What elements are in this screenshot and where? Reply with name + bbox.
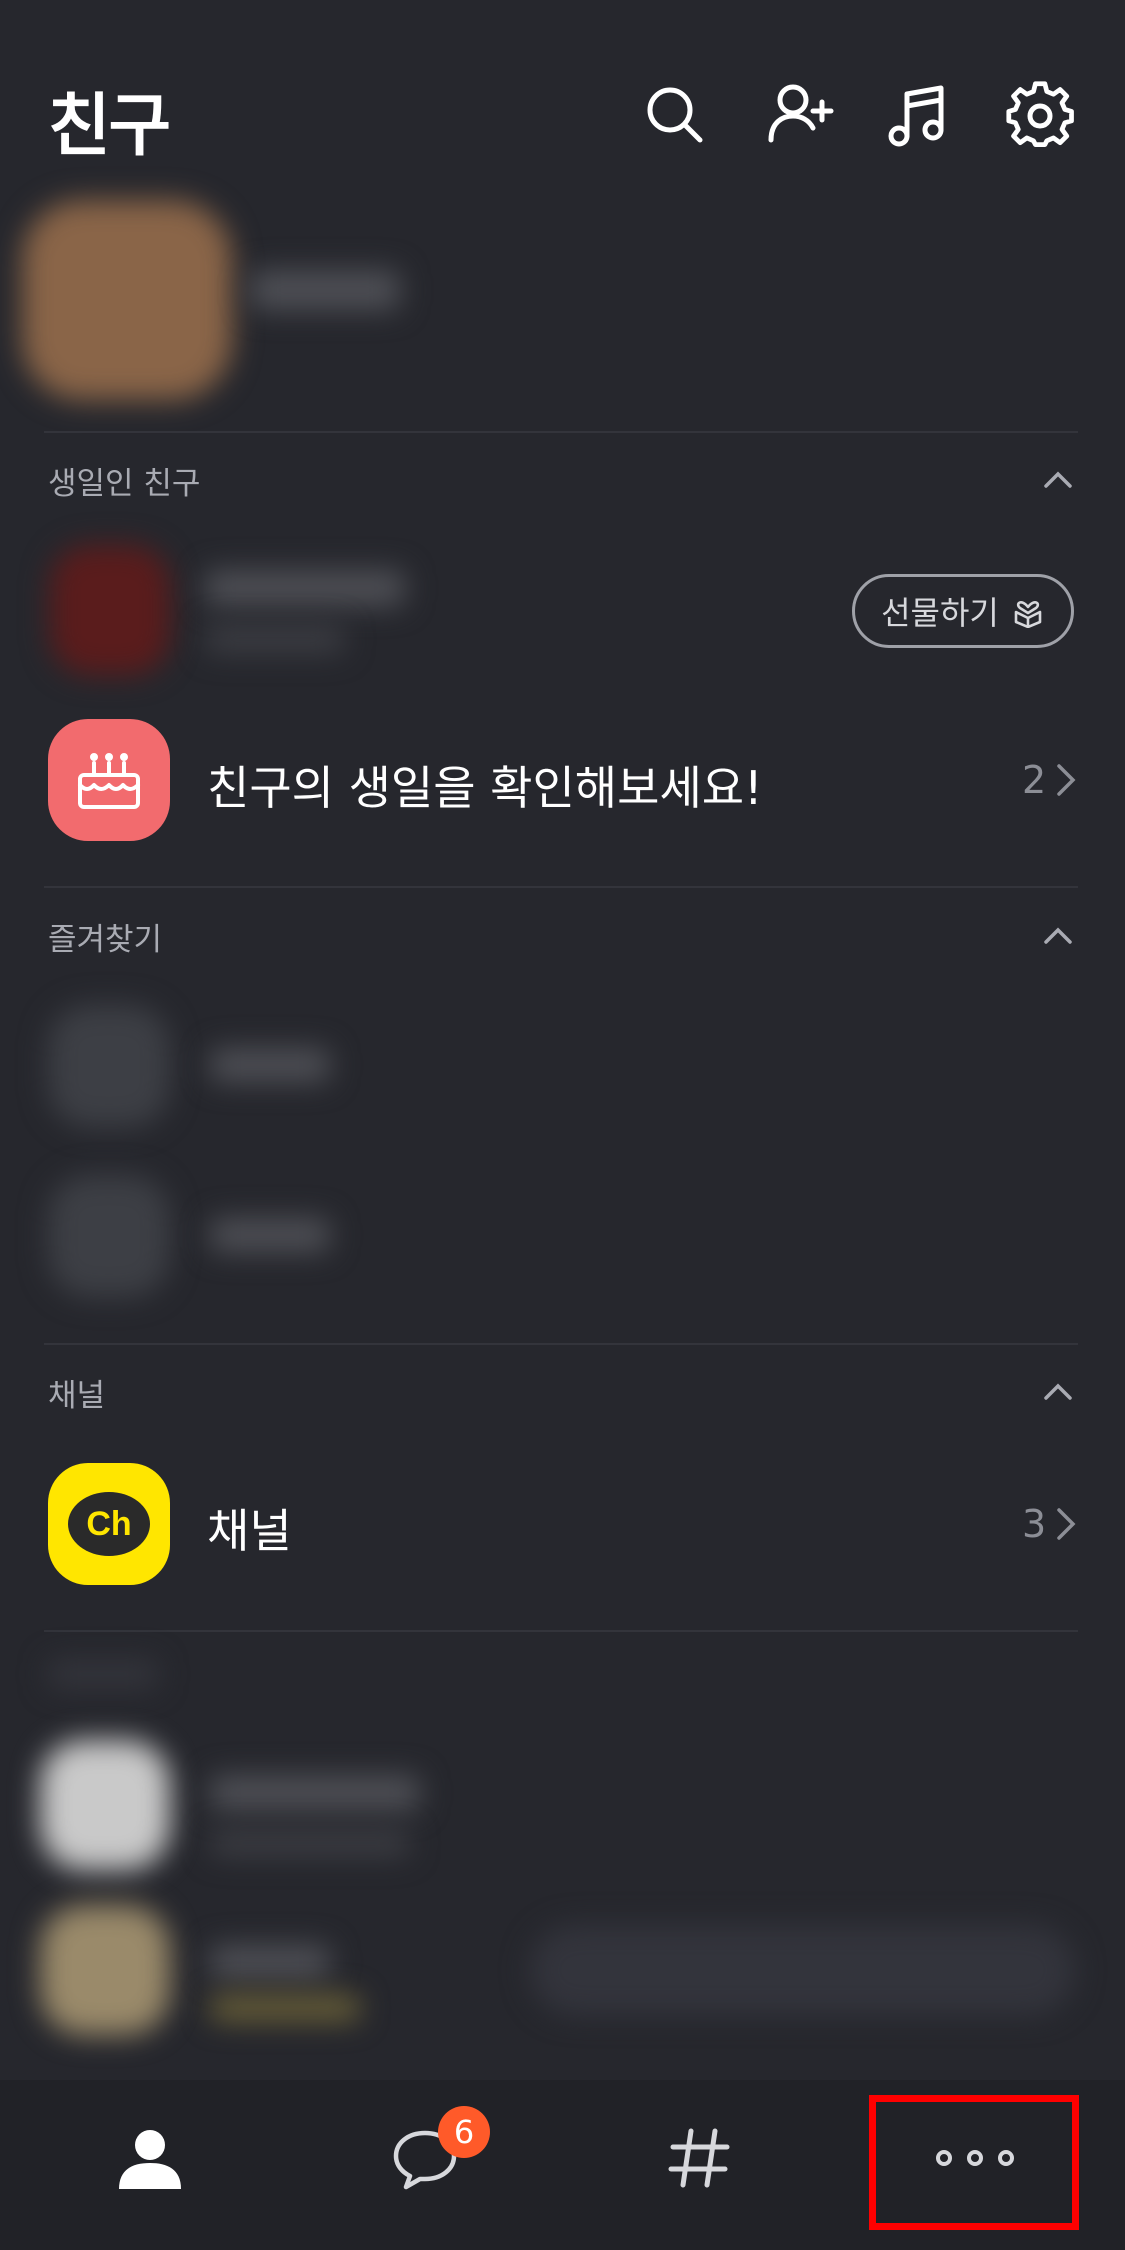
divider [44, 431, 1078, 433]
music-icon[interactable] [885, 80, 955, 150]
birthday-cake-badge[interactable] [48, 719, 170, 841]
favorite-friend-name [210, 1048, 330, 1082]
chevron-right-icon [1055, 1506, 1077, 1542]
favorite-friend-avatar[interactable] [48, 1175, 170, 1297]
favorite-friend-name [210, 1218, 330, 1252]
favorite-friend-avatar[interactable] [48, 1005, 170, 1127]
divider [44, 1343, 1078, 1345]
chat-badge: 6 [438, 2106, 490, 2158]
friend-status [210, 1830, 410, 1856]
birthday-friend-name [205, 570, 405, 606]
collapse-birthday-icon[interactable] [1040, 462, 1076, 498]
channel-count: 3 [1022, 1502, 1047, 1546]
birthday-friend-status [205, 625, 345, 653]
birthday-count: 2 [1022, 758, 1047, 802]
gift-button[interactable]: 선물하기 [852, 574, 1074, 648]
friends-tab[interactable] [90, 2108, 210, 2208]
highlight-box [869, 2095, 1079, 2230]
collapse-favorites-icon[interactable] [1040, 918, 1076, 954]
friend-avatar[interactable] [40, 1740, 170, 1870]
page-title: 친구 [48, 87, 171, 166]
friend-name [210, 1775, 420, 1811]
channel-logo[interactable]: Ch [48, 1463, 170, 1585]
friend-status [210, 1995, 360, 2021]
channel-logo-text: Ch [86, 1504, 132, 1543]
section-label-favorites: 즐겨찾기 [48, 922, 163, 958]
section-label-blurred [48, 1660, 158, 1688]
chat-bubble-icon: Ch [68, 1492, 150, 1556]
gift-icon [1011, 594, 1045, 629]
friend-avatar[interactable] [40, 1905, 170, 2035]
open-chat-tab[interactable] [640, 2108, 760, 2208]
search-icon[interactable] [640, 80, 710, 150]
birthday-friend-avatar[interactable] [50, 545, 170, 675]
section-label-channel: 채널 [48, 1378, 106, 1414]
settings-icon[interactable] [1005, 80, 1075, 150]
hashtag-icon [668, 2128, 730, 2188]
gift-button-label: 선물하기 [881, 594, 999, 632]
friend-music-status [530, 1925, 1075, 2015]
my-profile-avatar[interactable] [22, 200, 232, 400]
person-icon [119, 2130, 181, 2189]
collapse-channel-icon[interactable] [1040, 1374, 1076, 1410]
friend-name [210, 1945, 330, 1979]
channel-title[interactable]: 채널 [207, 1495, 292, 1561]
divider [44, 886, 1078, 888]
birthday-banner-text[interactable]: 친구의 생일을 확인해보세요! [207, 752, 763, 818]
section-label-birthday: 생일인 친구 [48, 466, 201, 502]
chevron-right-icon [1055, 762, 1077, 798]
cake-icon [78, 753, 140, 809]
divider [44, 1630, 1078, 1632]
my-profile-name [250, 270, 400, 310]
add-friend-icon[interactable] [765, 80, 835, 150]
